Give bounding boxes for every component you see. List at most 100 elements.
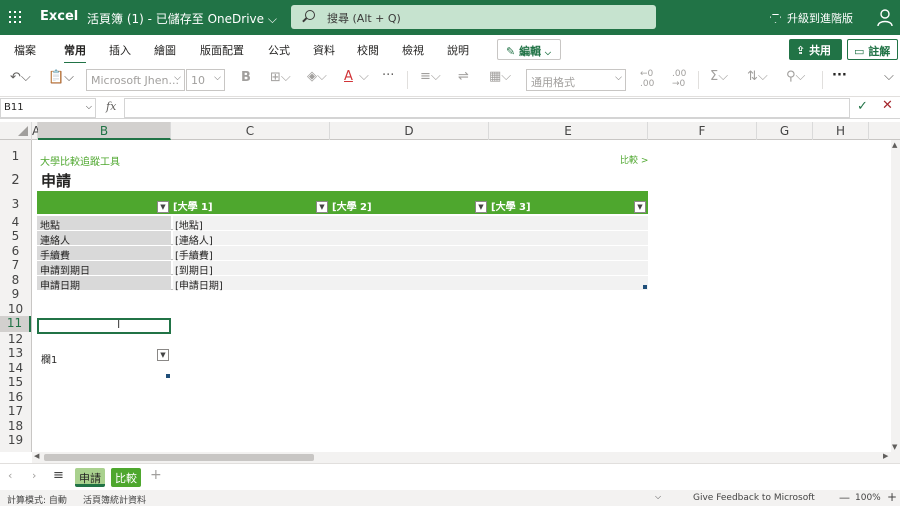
merge-icon[interactable]: ▦⌵ xyxy=(489,69,511,84)
row-header-18[interactable]: 18 xyxy=(0,419,31,433)
tab-formulas[interactable]: 公式 xyxy=(268,42,290,58)
table-row[interactable]: 連絡人 [連絡人] xyxy=(37,231,648,247)
chevron-left-icon[interactable]: ‹ xyxy=(8,469,12,482)
comments-button[interactable]: ▭ 註解 xyxy=(847,39,898,60)
row-header-7[interactable]: 7 xyxy=(0,258,31,272)
upgrade-button[interactable]: 升級到進階版 xyxy=(770,10,853,26)
search-box[interactable]: 搜尋 (Alt + Q) xyxy=(291,5,656,29)
horizontal-scroll-thumb[interactable] xyxy=(44,454,314,461)
all-sheets-icon[interactable]: ≡ xyxy=(53,468,64,483)
row-header-6[interactable]: 6 xyxy=(0,244,31,258)
column-header-e[interactable]: E xyxy=(489,122,648,140)
row-header-15[interactable]: 15 xyxy=(0,375,31,389)
add-sheet-icon[interactable]: + xyxy=(150,467,162,483)
column-header-b[interactable]: B xyxy=(38,122,171,140)
number-format-select[interactable]: 通用格式 ⌵ xyxy=(526,69,626,91)
close-icon[interactable]: ✕ xyxy=(882,98,893,113)
scroll-right-icon[interactable]: ▶ xyxy=(883,452,888,460)
chevron-right-icon[interactable]: › xyxy=(32,469,36,482)
column-header-f[interactable]: F xyxy=(648,122,757,140)
table-row[interactable]: 申請到期日 [到期日] xyxy=(37,261,648,277)
tab-data[interactable]: 資料 xyxy=(313,42,335,58)
row-header-4[interactable]: 4 xyxy=(0,215,31,229)
tab-help[interactable]: 說明 xyxy=(447,42,469,58)
sort-filter-icon[interactable]: ⇅⌵ xyxy=(747,69,768,84)
chevron-down-icon[interactable]: ⌵ xyxy=(359,69,369,84)
account-icon[interactable] xyxy=(877,9,893,26)
table-row[interactable]: 地點 [地點] xyxy=(37,216,648,232)
row-header-19[interactable]: 19 xyxy=(0,433,31,447)
chevron-down-icon[interactable]: ⌵ xyxy=(884,69,894,84)
column-header-h[interactable]: H xyxy=(813,122,869,140)
table-row[interactable]: 手續費 [手續費] xyxy=(37,246,648,262)
column-header-g[interactable]: G xyxy=(757,122,813,140)
table-resize-handle[interactable] xyxy=(643,285,647,289)
row-header-17[interactable]: 17 xyxy=(0,404,31,418)
share-button[interactable]: ⇪ 共用 xyxy=(789,39,842,60)
column-header-c[interactable]: C xyxy=(171,122,330,140)
tab-draw[interactable]: 繪圖 xyxy=(154,42,176,58)
worksheet-grid[interactable]: A B C D E F G H 1 2 3 4 5 6 7 8 9 10 11 … xyxy=(0,122,900,452)
scroll-up-icon[interactable]: ▲ xyxy=(892,141,897,149)
formula-input[interactable] xyxy=(124,98,850,118)
autosum-icon[interactable]: Σ⌵ xyxy=(710,69,728,84)
more-options-icon[interactable]: ··· xyxy=(832,68,847,83)
scroll-down-icon[interactable]: ▼ xyxy=(892,443,897,451)
app-launcher-icon[interactable] xyxy=(9,11,21,23)
table-row[interactable]: 申請日期 [申請日期] xyxy=(37,276,648,292)
filter-dropdown-icon[interactable]: ▼ xyxy=(316,201,328,213)
borders-icon[interactable]: ⊞⌵ xyxy=(270,70,291,85)
editing-mode-button[interactable]: ✎ 編輯 ⌵ xyxy=(497,39,561,60)
tab-file[interactable]: 檔案 xyxy=(14,42,36,58)
select-all-corner[interactable] xyxy=(0,122,32,140)
find-icon[interactable]: ⚲⌵ xyxy=(786,69,805,84)
column-header-d[interactable]: D xyxy=(330,122,489,140)
row-header-9[interactable]: 9 xyxy=(0,287,31,301)
row-header-1[interactable]: 1 xyxy=(0,149,31,163)
sheet-tab-compare[interactable]: 比較 xyxy=(111,468,141,487)
fill-color-icon[interactable]: ◈⌵ xyxy=(307,69,327,84)
table-resize-handle[interactable] xyxy=(166,374,170,378)
more-font-options-button[interactable]: ··· xyxy=(382,68,394,83)
document-title[interactable]: 活頁簿 (1) - 已儲存至 OneDrive ⌵ xyxy=(87,10,277,27)
row-header-2[interactable]: 2 xyxy=(0,173,31,188)
sheet-tab-application[interactable]: 申請 xyxy=(75,468,105,487)
font-name-select[interactable]: Microsoft Jhen... ⌵ xyxy=(86,69,185,91)
scroll-left-icon[interactable]: ◀ xyxy=(34,452,39,460)
increase-decimal-icon[interactable]: ←0.00 xyxy=(640,69,654,89)
zoom-in-icon[interactable]: + xyxy=(887,490,897,504)
row-header-5[interactable]: 5 xyxy=(0,229,31,243)
row-header-3[interactable]: 3 xyxy=(0,197,31,211)
calculation-mode[interactable]: 計算模式: 自動 xyxy=(7,493,67,506)
row-header-13[interactable]: 13 xyxy=(0,346,31,360)
insert-function-button[interactable]: fx xyxy=(106,100,116,113)
row-header-8[interactable]: 8 xyxy=(0,273,31,287)
check-icon[interactable]: ✓ xyxy=(857,99,868,114)
row-header-12[interactable]: 12 xyxy=(0,332,31,346)
row-header-16[interactable]: 16 xyxy=(0,390,31,404)
paste-icon[interactable]: 📋⌵ xyxy=(48,70,74,85)
zoom-out-icon[interactable]: — xyxy=(839,491,850,504)
tab-view[interactable]: 檢視 xyxy=(402,42,424,58)
font-color-button[interactable]: A xyxy=(344,69,353,84)
app-name[interactable]: Excel xyxy=(40,9,78,24)
chevron-down-icon[interactable]: ⌵ xyxy=(655,492,661,502)
active-cell[interactable] xyxy=(37,318,171,334)
tab-insert[interactable]: 插入 xyxy=(109,42,131,58)
workbook-statistics[interactable]: 活頁簿統計資料 xyxy=(83,493,146,506)
filter-dropdown-icon[interactable]: ▼ xyxy=(157,201,169,213)
tab-home[interactable]: 常用 xyxy=(64,42,86,64)
zoom-level[interactable]: 100% xyxy=(855,493,881,503)
filter-dropdown-icon[interactable]: ▼ xyxy=(634,201,646,213)
undo-icon[interactable]: ↶⌵ xyxy=(10,70,31,85)
vertical-scrollbar[interactable]: ▲ ▼ xyxy=(891,140,900,452)
horizontal-scrollbar[interactable]: ◀ ▶ xyxy=(32,452,900,463)
tab-page-layout[interactable]: 版面配置 xyxy=(200,42,244,58)
font-size-select[interactable]: 10 ⌵ xyxy=(186,69,225,91)
filter-dropdown-icon[interactable]: ▼ xyxy=(157,349,169,361)
row-header-10[interactable]: 10 xyxy=(0,302,31,316)
row-header-11[interactable]: 11 xyxy=(0,316,31,332)
bold-button[interactable]: B xyxy=(241,70,251,85)
feedback-link[interactable]: Give Feedback to Microsoft xyxy=(693,493,815,503)
row-header-14[interactable]: 14 xyxy=(0,361,31,375)
